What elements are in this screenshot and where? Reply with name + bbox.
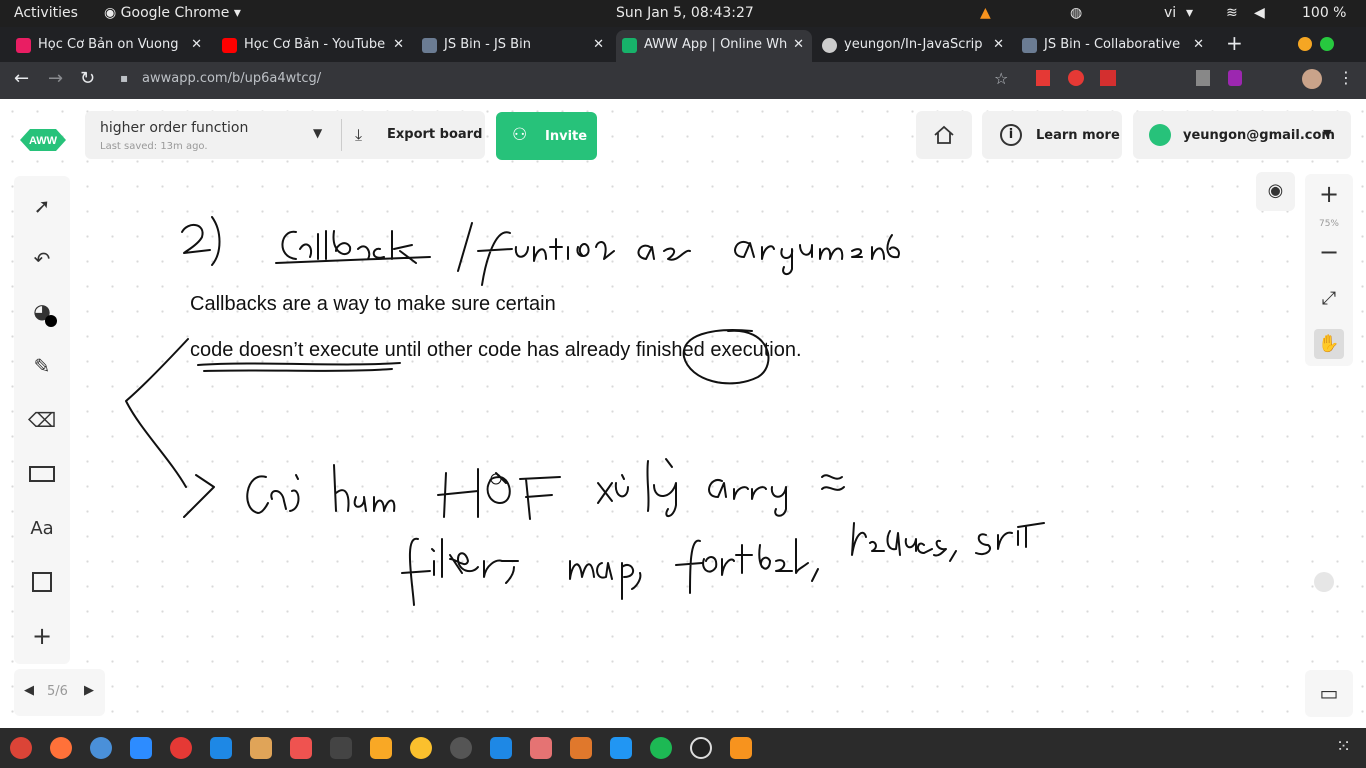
tab-vuong[interactable]: Học Cơ Bản on Vuong ✕ <box>10 30 210 62</box>
calc-icon[interactable] <box>530 737 552 759</box>
tab-jsbin[interactable]: JS Bin - JS Bin ✕ <box>416 30 612 62</box>
ink-hof <box>437 468 561 520</box>
clock[interactable]: Sun Jan 5, 08:43:27 <box>616 5 754 21</box>
handwritten-annotations[interactable] <box>0 99 1366 728</box>
ink-function <box>477 231 615 286</box>
tab-favicon-icon <box>16 38 31 53</box>
browser-toolbar: ← → ↻ ▪ awwapp.com/b/up6a4wtcg/ ☆ ⋮ <box>0 62 1366 99</box>
extension-icon[interactable] <box>1100 70 1116 86</box>
close-icon[interactable]: ✕ <box>191 30 202 60</box>
new-tab-button[interactable]: + <box>1226 31 1243 55</box>
tab-youtube[interactable]: Học Cơ Bản - YouTube ✕ <box>216 30 412 62</box>
ink-reduce <box>851 522 957 562</box>
close-icon[interactable]: ✕ <box>593 30 604 60</box>
tab-github[interactable]: yeungon/In-JavaScrip ✕ <box>816 30 1012 62</box>
tab-aww-app[interactable]: AWW App | Online Wh ✕ <box>616 30 812 62</box>
profile-avatar[interactable] <box>1302 69 1322 89</box>
ink-slash <box>457 222 473 272</box>
screenshot-icon[interactable] <box>290 737 312 759</box>
volume-icon[interactable]: ◀ <box>1254 5 1265 21</box>
close-icon[interactable]: ✕ <box>993 30 1004 60</box>
archive-icon[interactable] <box>570 737 592 759</box>
taskbar: ⁙ <box>0 728 1366 768</box>
tab-label: JS Bin - Collaborative <box>1044 37 1181 52</box>
tab-label: Học Cơ Bản on Vuong <box>38 37 179 52</box>
chrome-app-menu[interactable]: ◉ Google Chrome ▾ <box>104 5 241 21</box>
obs-icon[interactable]: ◍ <box>1070 5 1082 21</box>
firefox-icon[interactable] <box>50 737 72 759</box>
youtube-icon <box>222 38 237 53</box>
chrome-icon[interactable] <box>10 737 32 759</box>
chevron-down-icon: ▾ <box>1186 5 1194 21</box>
minimize-button[interactable] <box>1298 37 1312 51</box>
extension-icon[interactable] <box>1036 70 1050 86</box>
extension-icon[interactable] <box>1196 70 1210 86</box>
tab-label: Học Cơ Bản - YouTube <box>244 37 386 52</box>
vlc-icon[interactable] <box>730 737 752 759</box>
ink-array <box>708 478 787 517</box>
vscode-icon[interactable] <box>610 737 632 759</box>
extension-icon[interactable] <box>1068 70 1084 86</box>
ink-foreach <box>675 538 819 594</box>
tab-label: yeungon/In-JavaScrip <box>844 37 983 52</box>
vlc-icon[interactable]: ▲ <box>980 5 991 21</box>
bookmark-star-icon[interactable]: ☆ <box>994 69 1008 88</box>
activities-button[interactable]: Activities <box>14 5 78 21</box>
battery-level[interactable]: 100 % <box>1302 5 1346 21</box>
ink-cac <box>246 474 300 514</box>
wifi-icon[interactable]: ≋ <box>1226 5 1238 21</box>
ink-red-circle <box>682 329 770 385</box>
language-indicator[interactable]: vi <box>1164 5 1176 21</box>
ink-arrow <box>183 474 215 518</box>
close-icon[interactable]: ✕ <box>1193 30 1204 60</box>
ink-bracket <box>125 338 189 488</box>
word-icon[interactable] <box>490 737 512 759</box>
ink-map <box>569 560 642 600</box>
jsbin-icon <box>1022 38 1037 53</box>
ink-approx <box>821 474 845 491</box>
files-icon[interactable] <box>130 737 152 759</box>
ink-arguments <box>734 234 900 275</box>
github-icon <box>822 38 837 53</box>
music-icon[interactable] <box>170 737 192 759</box>
sublime-icon[interactable] <box>370 737 392 759</box>
reload-icon[interactable]: ↻ <box>80 68 95 89</box>
aww-whiteboard[interactable]: AWW higher order function Last saved: 13… <box>0 99 1366 728</box>
app-name: Google Chrome <box>120 5 230 21</box>
writer-icon[interactable] <box>210 737 232 759</box>
address-bar[interactable]: awwapp.com/b/up6a4wtcg/ <box>142 71 321 86</box>
ink-filter <box>401 537 519 606</box>
forward-icon[interactable]: → <box>48 68 63 89</box>
emoji-app-icon[interactable] <box>410 737 432 759</box>
spotify-icon[interactable] <box>650 737 672 759</box>
lock-icon: ▪ <box>120 71 129 85</box>
back-icon[interactable]: ← <box>14 68 29 89</box>
app-grid-icon[interactable]: ⁙ <box>1336 736 1351 757</box>
ink-red-underline <box>197 362 401 372</box>
obs-icon[interactable] <box>690 737 712 759</box>
software-center-icon[interactable] <box>250 737 272 759</box>
close-icon[interactable]: ✕ <box>793 30 804 60</box>
network-icon[interactable] <box>450 737 472 759</box>
browser-tab-strip: Học Cơ Bản on Vuong ✕ Học Cơ Bản - YouTub… <box>0 27 1366 62</box>
maximize-button[interactable] <box>1320 37 1334 51</box>
jsbin-icon <box>422 38 437 53</box>
tab-label: JS Bin - JS Bin <box>444 37 531 52</box>
ink-callback <box>275 230 431 264</box>
browser-icon[interactable] <box>90 737 112 759</box>
ink-xu-ly <box>597 458 677 517</box>
kebab-menu-icon[interactable]: ⋮ <box>1338 68 1354 87</box>
tab-label: AWW App | Online Wh <box>644 37 788 52</box>
aww-icon <box>622 38 637 53</box>
ink-paren <box>211 216 221 266</box>
ink-sort <box>975 522 1045 555</box>
ink-number-2 <box>181 224 211 254</box>
extension-icon[interactable] <box>1228 70 1242 86</box>
close-icon[interactable]: ✕ <box>393 30 404 60</box>
terminal-icon[interactable] <box>330 737 352 759</box>
system-top-bar: Activities ◉ Google Chrome ▾ Sun Jan 5, … <box>0 0 1366 27</box>
tab-jsbin-collab[interactable]: JS Bin - Collaborative ✕ <box>1016 30 1212 62</box>
ink-ham <box>333 464 396 512</box>
ink-as <box>637 244 691 261</box>
